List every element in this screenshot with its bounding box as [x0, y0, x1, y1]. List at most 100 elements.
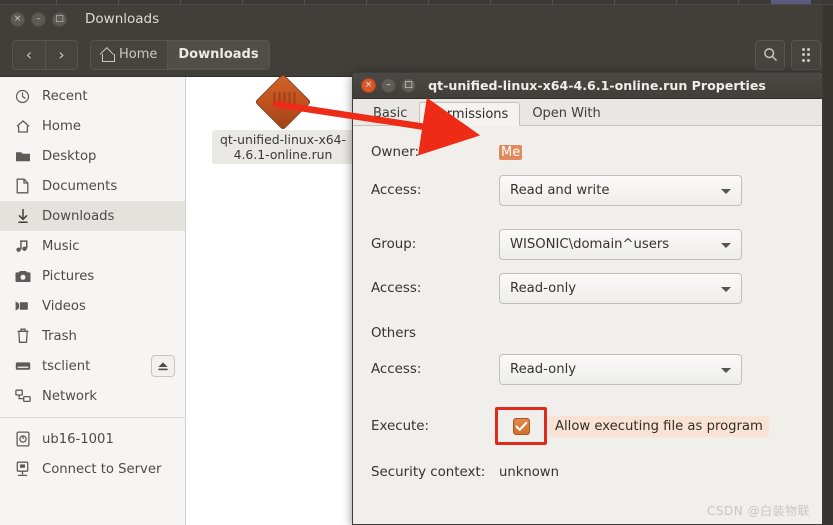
- trash-icon: [14, 328, 31, 345]
- owner-value: Me: [499, 145, 523, 160]
- sidebar-item-connect-to-server[interactable]: Connect to Server: [0, 454, 185, 484]
- window-title: Downloads: [85, 11, 160, 27]
- drive-icon: [14, 358, 31, 375]
- security-context-row: Security context: unknown: [371, 465, 800, 480]
- others-access-select[interactable]: Read-only: [499, 354, 742, 385]
- owner-row: Owner: Me: [371, 143, 800, 162]
- sidebar-item-documents[interactable]: Documents: [0, 171, 185, 201]
- eject-button[interactable]: [151, 355, 175, 377]
- owner-access-select[interactable]: Read and write: [499, 175, 742, 206]
- executable-diamond-icon: [254, 73, 312, 131]
- group-access-label: Access:: [371, 281, 422, 296]
- maximize-icon[interactable]: □: [52, 11, 67, 27]
- others-section-heading: Others: [371, 326, 416, 341]
- execute-checkbox-wrapper[interactable]: [495, 407, 547, 445]
- properties-titlebar: × – □ qt-unified-linux-x64-4.6.1-online.…: [353, 73, 822, 99]
- camera-icon: [14, 268, 31, 285]
- window-right-edge: [823, 5, 833, 525]
- sidebar-label: Trash: [42, 328, 77, 344]
- file-manager-titlebar: × – □ Downloads: [0, 5, 833, 33]
- tab-basic[interactable]: Basic: [361, 101, 419, 125]
- taskbar-active-highlight: [771, 0, 811, 4]
- sidebar-label: Network: [42, 388, 98, 404]
- permissions-panel: Owner: Me Access: Read and write Group: …: [353, 126, 822, 524]
- tab-open-with[interactable]: Open With: [520, 101, 612, 125]
- chevron-down-icon: [721, 242, 731, 248]
- owner-access-row: Access: Read and write: [371, 175, 800, 206]
- execute-checkbox-label: Allow executing file as program: [549, 415, 769, 437]
- sidebar-item-home[interactable]: Home: [0, 111, 185, 141]
- sidebar-label: Downloads: [42, 208, 115, 224]
- breadcrumb-item-home[interactable]: Home: [91, 40, 168, 69]
- properties-window-controls: × – □: [361, 78, 416, 93]
- close-icon[interactable]: ×: [10, 11, 25, 27]
- remote-disk-icon: [14, 431, 31, 448]
- security-context-label: Security context:: [371, 465, 486, 480]
- owner-access-label: Access:: [371, 183, 422, 198]
- forward-button[interactable]: ›: [45, 40, 77, 69]
- group-value: WISONIC\domain^users: [510, 237, 670, 252]
- navigation-buttons: ‹ ›: [12, 39, 78, 70]
- sidebar-item-ub16-1001[interactable]: ub16-1001: [0, 424, 185, 454]
- file-item[interactable]: qt-unified-linux-x64-4.6.1-online.run: [209, 73, 357, 164]
- others-access-label: Access:: [371, 362, 422, 377]
- properties-tabs: Basic Permissions Open With: [353, 99, 822, 126]
- breadcrumb-label-downloads: Downloads: [178, 47, 259, 62]
- sidebar-label: Recent: [42, 88, 88, 104]
- folder-icon: [14, 148, 31, 165]
- properties-title: qt-unified-linux-x64-4.6.1-online.run Pr…: [428, 78, 766, 93]
- chevron-down-icon: [721, 367, 731, 373]
- sidebar-divider: [0, 417, 185, 418]
- document-icon: [14, 178, 31, 195]
- sidebar-item-network[interactable]: Network: [0, 381, 185, 411]
- window-controls: × – □: [10, 11, 67, 27]
- video-icon: [14, 298, 31, 315]
- group-select[interactable]: WISONIC\domain^users: [499, 229, 742, 260]
- others-access-value: Read-only: [510, 362, 577, 377]
- grid-menu-icon[interactable]: [791, 39, 821, 70]
- group-access-row: Access: Read-only: [371, 273, 800, 304]
- sidebar-item-pictures[interactable]: Pictures: [0, 261, 185, 291]
- sidebar-label: Connect to Server: [42, 461, 162, 477]
- file-manager-toolbar: ‹ › Home Downloads: [0, 33, 833, 77]
- minimize-icon[interactable]: –: [31, 11, 46, 27]
- sidebar-item-tsclient[interactable]: tsclient: [0, 351, 185, 381]
- breadcrumb-label-home: Home: [119, 47, 158, 62]
- sidebar-item-downloads[interactable]: Downloads: [0, 201, 185, 231]
- close-icon[interactable]: ×: [361, 78, 376, 93]
- sidebar-item-trash[interactable]: Trash: [0, 321, 185, 351]
- toolbar-right-actions: [755, 39, 825, 70]
- download-icon: [14, 208, 31, 225]
- sidebar-label: Desktop: [42, 148, 97, 164]
- sidebar-item-desktop[interactable]: Desktop: [0, 141, 185, 171]
- group-access-value: Read-only: [510, 281, 577, 296]
- file-name-label: qt-unified-linux-x64-4.6.1-online.run: [212, 130, 354, 164]
- sidebar-label: Pictures: [42, 268, 95, 284]
- maximize-icon[interactable]: □: [401, 78, 416, 93]
- minimize-icon[interactable]: –: [381, 78, 396, 93]
- properties-dialog: × – □ qt-unified-linux-x64-4.6.1-online.…: [352, 72, 823, 525]
- group-row: Group: WISONIC\domain^users: [371, 229, 800, 260]
- sidebar-item-recent[interactable]: Recent: [0, 81, 185, 111]
- sidebar-item-videos[interactable]: Videos: [0, 291, 185, 321]
- group-label: Group:: [371, 237, 417, 252]
- screen-root: × – □ Downloads ‹ › Home Downloads Recen…: [0, 0, 833, 525]
- sidebar-label: Home: [42, 118, 81, 134]
- home-icon: [101, 49, 115, 62]
- sidebar: Recent Home Desktop Documents Downloads …: [0, 77, 186, 525]
- execute-checkbox[interactable]: [512, 417, 530, 435]
- sidebar-item-music[interactable]: Music: [0, 231, 185, 261]
- security-context-value: unknown: [499, 465, 559, 480]
- owner-label: Owner:: [371, 145, 419, 160]
- back-button[interactable]: ‹: [13, 40, 45, 69]
- others-access-row: Access: Read-only: [371, 354, 800, 385]
- group-access-select[interactable]: Read-only: [499, 273, 742, 304]
- music-icon: [14, 238, 31, 255]
- tab-permissions[interactable]: Permissions: [419, 102, 521, 126]
- breadcrumb: Home Downloads: [90, 39, 270, 70]
- execute-label: Execute:: [371, 418, 430, 434]
- search-icon[interactable]: [755, 39, 785, 70]
- clock-icon: [14, 88, 31, 105]
- breadcrumb-item-downloads[interactable]: Downloads: [167, 40, 269, 69]
- execute-row: Execute: Allow executing file as program: [371, 407, 800, 445]
